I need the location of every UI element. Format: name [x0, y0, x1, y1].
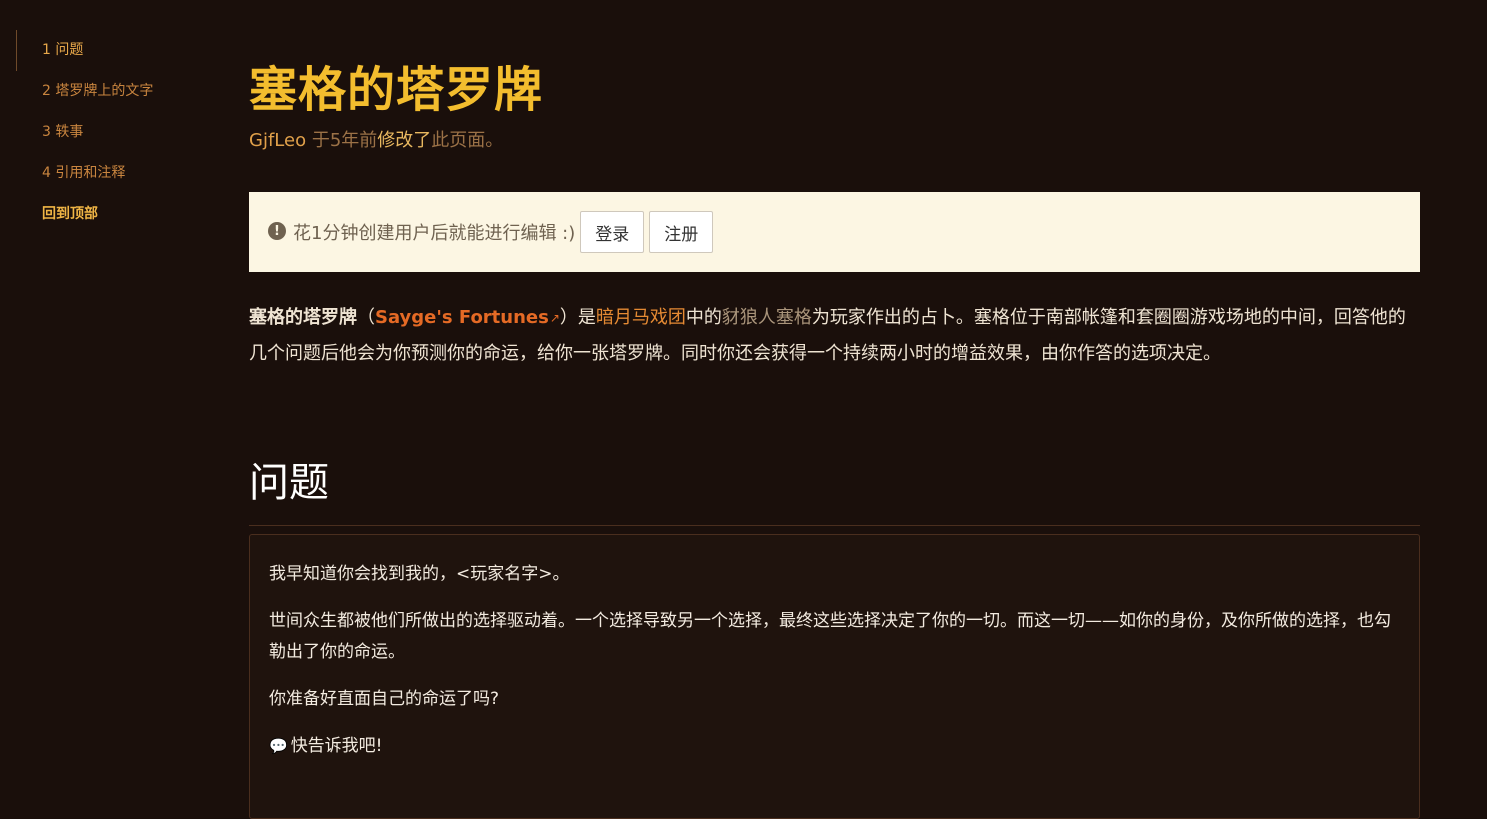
table-of-contents: 1 问题 2 塔罗牌上的文字 3 轶事 4 引用和注释 回到顶部	[16, 30, 206, 235]
section-heading-questions: 问题	[249, 455, 1420, 526]
intro-bold-title: 塞格的塔罗牌	[249, 307, 357, 328]
page-meta: GjfLeo 于5年前修改了此页面。	[249, 128, 1420, 154]
toc-item-card-text[interactable]: 2 塔罗牌上的文字	[16, 71, 206, 112]
dialogue-box: 我早知道你会找到我的，<玩家名字>。 世间众生都被他们所做出的选择驱动着。一个选…	[249, 534, 1420, 819]
toc-item-references[interactable]: 4 引用和注释	[16, 153, 206, 194]
editor-user-link[interactable]: GjfLeo	[249, 130, 306, 151]
dialogue-line-2: 世间众生都被他们所做出的选择驱动着。一个选择导致另一个选择，最终这些选择决定了你…	[269, 611, 1391, 662]
dialogue-line-1: 我早知道你会找到我的，<玩家名字>。	[269, 564, 570, 584]
exclamation-circle-icon: !	[268, 222, 286, 240]
intro-close-is: ）是	[559, 307, 596, 328]
toc-item-trivia[interactable]: 3 轶事	[16, 112, 206, 153]
edit-time: 于5年前	[306, 130, 378, 151]
dialogue-option: 💬 快告诉我吧!	[269, 731, 1400, 762]
intro-open-paren: （	[357, 307, 375, 328]
main-content: 塞格的塔罗牌 GjfLeo 于5年前修改了此页面。 ! 花1分钟创建用户后就能进…	[249, 0, 1420, 819]
dialogue-option-text: 快告诉我吧!	[290, 736, 383, 756]
intro-paragraph: 塞格的塔罗牌（Sayge's Fortunes↗）是暗月马戏团中的豺狼人塞格为玩…	[249, 300, 1420, 372]
page-title: 塞格的塔罗牌	[249, 62, 544, 118]
chat-bubble-icon: 💬	[269, 737, 288, 755]
edit-history-link[interactable]: 修改了	[377, 130, 431, 151]
toc-item-questions[interactable]: 1 问题	[16, 30, 206, 71]
link-darkmoon-faire[interactable]: 暗月马戏团	[596, 307, 686, 328]
external-link-icon: ↗	[549, 311, 560, 325]
dialogue-line-3: 你准备好直面自己的命运了吗?	[269, 689, 500, 709]
notice-text: 花1分钟创建用户后就能进行编辑 :)	[293, 223, 576, 244]
edit-notice: ! 花1分钟创建用户后就能进行编辑 :) 登录 注册	[249, 192, 1420, 272]
back-to-top-link[interactable]: 回到顶部	[16, 194, 206, 235]
register-button[interactable]: 注册	[649, 211, 714, 253]
external-link-sayges-fortunes[interactable]: Sayge's Fortunes	[375, 307, 549, 328]
meta-suffix: 此页面。	[431, 130, 504, 151]
link-sayge[interactable]: 豺狼人塞格	[722, 307, 812, 328]
login-button[interactable]: 登录	[580, 211, 645, 253]
intro-mid: 中的	[685, 307, 722, 328]
